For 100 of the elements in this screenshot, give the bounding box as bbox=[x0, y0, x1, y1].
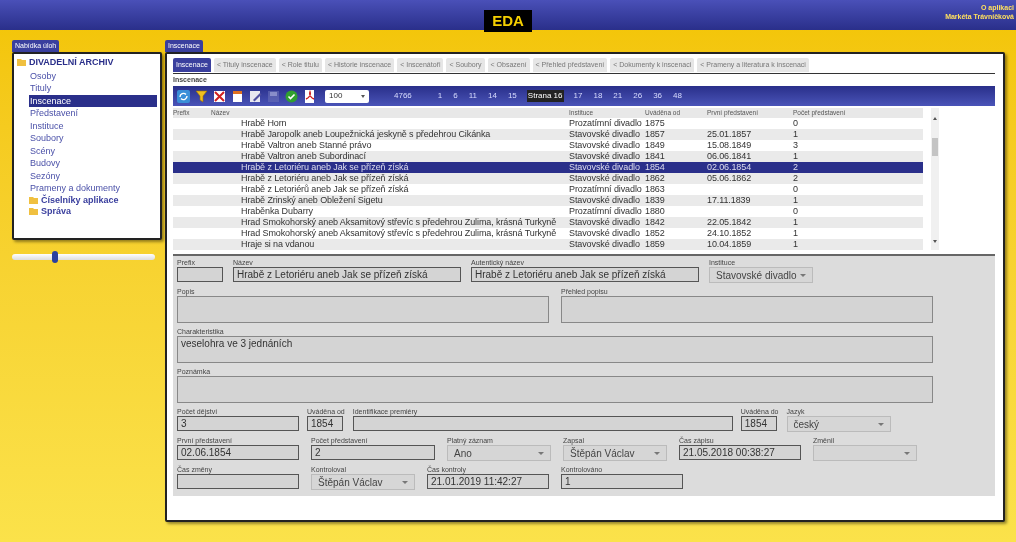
input-field[interactable] bbox=[177, 474, 299, 489]
dropdown[interactable]: Ano bbox=[447, 445, 551, 461]
text-area[interactable]: veselohra ve 3 jednáních bbox=[177, 336, 933, 363]
document-icon[interactable] bbox=[231, 89, 244, 103]
page-link[interactable]: 21 bbox=[612, 90, 624, 102]
table-cell: 1 bbox=[793, 129, 798, 139]
page-link[interactable]: 36 bbox=[652, 90, 664, 102]
page-link[interactable]: 48 bbox=[672, 90, 683, 102]
input-field[interactable]: 2 bbox=[311, 445, 435, 460]
table-cell: 1852 bbox=[645, 228, 665, 238]
input-field[interactable] bbox=[352, 416, 733, 431]
table-cell: 0 bbox=[793, 206, 798, 216]
table-cell: 1849 bbox=[645, 140, 665, 150]
input-field[interactable]: 02.06.1854 bbox=[177, 445, 299, 460]
page-size-dropdown[interactable]: 100 bbox=[325, 89, 369, 103]
input-field[interactable]: 1854 bbox=[307, 416, 343, 431]
table-cell: 22.05.1842 bbox=[707, 217, 752, 227]
tree-root[interactable]: DIVADELNÍ ARCHIV bbox=[29, 56, 114, 70]
check-icon[interactable] bbox=[285, 89, 298, 103]
table-cell: 0 bbox=[793, 118, 798, 128]
input-field[interactable] bbox=[177, 267, 223, 282]
table-row[interactable]: Hraje si na vdanou Stavovské divadlo 1859 10.04.1859 1 bbox=[173, 239, 923, 250]
page-link[interactable]: 14 bbox=[487, 90, 498, 102]
menu-item[interactable]: Soubory bbox=[29, 132, 157, 145]
table-cell: Hraběnka Dubarry bbox=[241, 206, 313, 216]
table-row[interactable]: Hrabě Zrinský aneb Obležení Sigetu Stavovské divadlo 1839 17.11.1839 1 bbox=[173, 195, 923, 206]
pdf-icon[interactable] bbox=[303, 89, 316, 103]
menu-item[interactable]: Tituly bbox=[29, 82, 157, 95]
table-cell: 10.04.1859 bbox=[707, 239, 752, 249]
menu-item[interactable]: Inscenace bbox=[29, 94, 157, 107]
page-link[interactable]: 17 bbox=[572, 90, 584, 102]
table-cell: Hrabě Valtron aneb Stanné právo bbox=[241, 140, 372, 150]
record-count: 4766 bbox=[394, 90, 412, 102]
delete-icon[interactable] bbox=[213, 89, 226, 103]
menu-item[interactable]: Instituce bbox=[29, 119, 157, 132]
table-cell: 3 bbox=[793, 140, 798, 150]
edit-icon[interactable] bbox=[249, 89, 262, 103]
menu-item[interactable]: Sezóny bbox=[29, 169, 157, 182]
table-cell: Stavovské divadlo bbox=[569, 173, 640, 183]
input-field[interactable]: 21.01.2019 11:42:27 bbox=[427, 474, 549, 489]
filter-icon[interactable] bbox=[195, 89, 208, 103]
table-cell: 1863 bbox=[645, 184, 665, 194]
page-link[interactable]: 26 bbox=[632, 90, 644, 102]
table-cell: 1 bbox=[793, 195, 798, 205]
input-field[interactable]: 3 bbox=[177, 416, 299, 431]
dropdown[interactable]: Stavovské divadlo bbox=[709, 267, 813, 283]
dropdown[interactable]: Štěpán Václav bbox=[311, 474, 415, 490]
table-cell: 2 bbox=[793, 173, 798, 183]
menu-item[interactable]: Budovy bbox=[29, 157, 157, 170]
input-field[interactable]: Hrabě z Letoriéru aneb Jak se přízeň získá bbox=[471, 267, 699, 282]
table-cell: 1842 bbox=[645, 217, 665, 227]
caret-icon bbox=[800, 273, 806, 277]
caret-icon bbox=[654, 451, 660, 455]
table-row[interactable]: Hrabě z Letoriéru aneb Jak se přízeň získá Stavovské divadlo 1854 02.06.1854 2 bbox=[173, 162, 923, 173]
table-cell: 1 bbox=[793, 151, 798, 161]
table-cell: Hrabě Horn bbox=[241, 118, 287, 128]
dropdown[interactable]: český bbox=[786, 416, 891, 432]
table-row[interactable]: Hrabě z Letoriéru aneb Jak se přízeň získá Stavovské divadlo 1862 05.06.1862 2 bbox=[173, 173, 923, 184]
menu-folder[interactable]: Číselníky aplikace bbox=[41, 194, 119, 206]
table-cell: Stavovské divadlo bbox=[569, 129, 640, 139]
table-cell: Hrabě z Letoriéru aneb Jak se přízeň získá bbox=[241, 162, 409, 172]
slider-track[interactable] bbox=[12, 254, 155, 260]
table-row[interactable]: Hrabě Valtron aneb Subordinací Stavovské divadlo 1841 06.06.1841 1 bbox=[173, 151, 923, 162]
table-row[interactable]: Hrabě Jaropolk aneb Loupežnická jeskyně s předehrou Cikánka Stavovské divadlo 1857 25.01.1857 1 bbox=[173, 129, 923, 140]
table-cell: 1 bbox=[793, 228, 798, 238]
page-link[interactable]: 1 bbox=[436, 90, 444, 102]
page-link[interactable]: 15 bbox=[506, 90, 518, 102]
table-cell: Stavovské divadlo bbox=[569, 217, 640, 227]
table-cell: 2 bbox=[793, 162, 798, 172]
table-row[interactable]: Hrad Smokohorský aneb Aksamitový střevíc s předehrou Zulima, krásná Turkyně Stavovské divadlo 1842 22.05.1842 1 bbox=[173, 217, 923, 228]
table-cell: Stavovské divadlo bbox=[569, 151, 640, 161]
page-link[interactable]: 6 bbox=[452, 90, 459, 102]
table-cell: 15.08.1849 bbox=[707, 140, 752, 150]
menu-folder[interactable]: Správa bbox=[41, 205, 72, 217]
save-icon[interactable] bbox=[267, 89, 280, 103]
table-cell: 1 bbox=[793, 217, 798, 227]
menu-item[interactable]: Scény bbox=[29, 144, 157, 157]
table-cell: 1839 bbox=[645, 195, 665, 205]
table-cell: 05.06.1862 bbox=[707, 173, 752, 183]
table-cell: Hrad Smokohorský aneb Aksamitový střevíc s předehrou Zulima, krásná Turkyně bbox=[241, 228, 557, 238]
folder-icon bbox=[17, 59, 26, 67]
caret-icon bbox=[402, 480, 408, 484]
table-cell: Hrabě Valtron aneb Subordinací bbox=[241, 151, 366, 161]
page-link[interactable]: Strana 16 bbox=[526, 90, 564, 102]
menu-item[interactable]: Osoby bbox=[29, 69, 157, 82]
input-field[interactable]: 21.05.2018 00:38:27 bbox=[679, 445, 801, 460]
page-link[interactable]: 11 bbox=[467, 90, 478, 102]
dropdown[interactable]: Štěpán Václav bbox=[563, 445, 667, 461]
table-cell: Stavovské divadlo bbox=[569, 239, 640, 249]
table-cell: 0 bbox=[793, 184, 798, 194]
page-link[interactable]: 18 bbox=[592, 90, 604, 102]
slider-thumb[interactable] bbox=[51, 251, 58, 263]
table-cell: Prozatímní divadlo bbox=[569, 118, 642, 128]
menu-item[interactable]: Představení bbox=[29, 107, 157, 120]
menu-item[interactable]: Prameny a dokumenty bbox=[29, 182, 157, 195]
scrollbar[interactable] bbox=[931, 108, 939, 250]
input-field[interactable]: 1 bbox=[561, 474, 683, 489]
refresh-icon[interactable] bbox=[177, 89, 190, 103]
input-field[interactable]: 1854 bbox=[740, 416, 777, 431]
input-field[interactable]: Hrabě z Letoriéru aneb Jak se přízeň získá bbox=[233, 267, 461, 282]
